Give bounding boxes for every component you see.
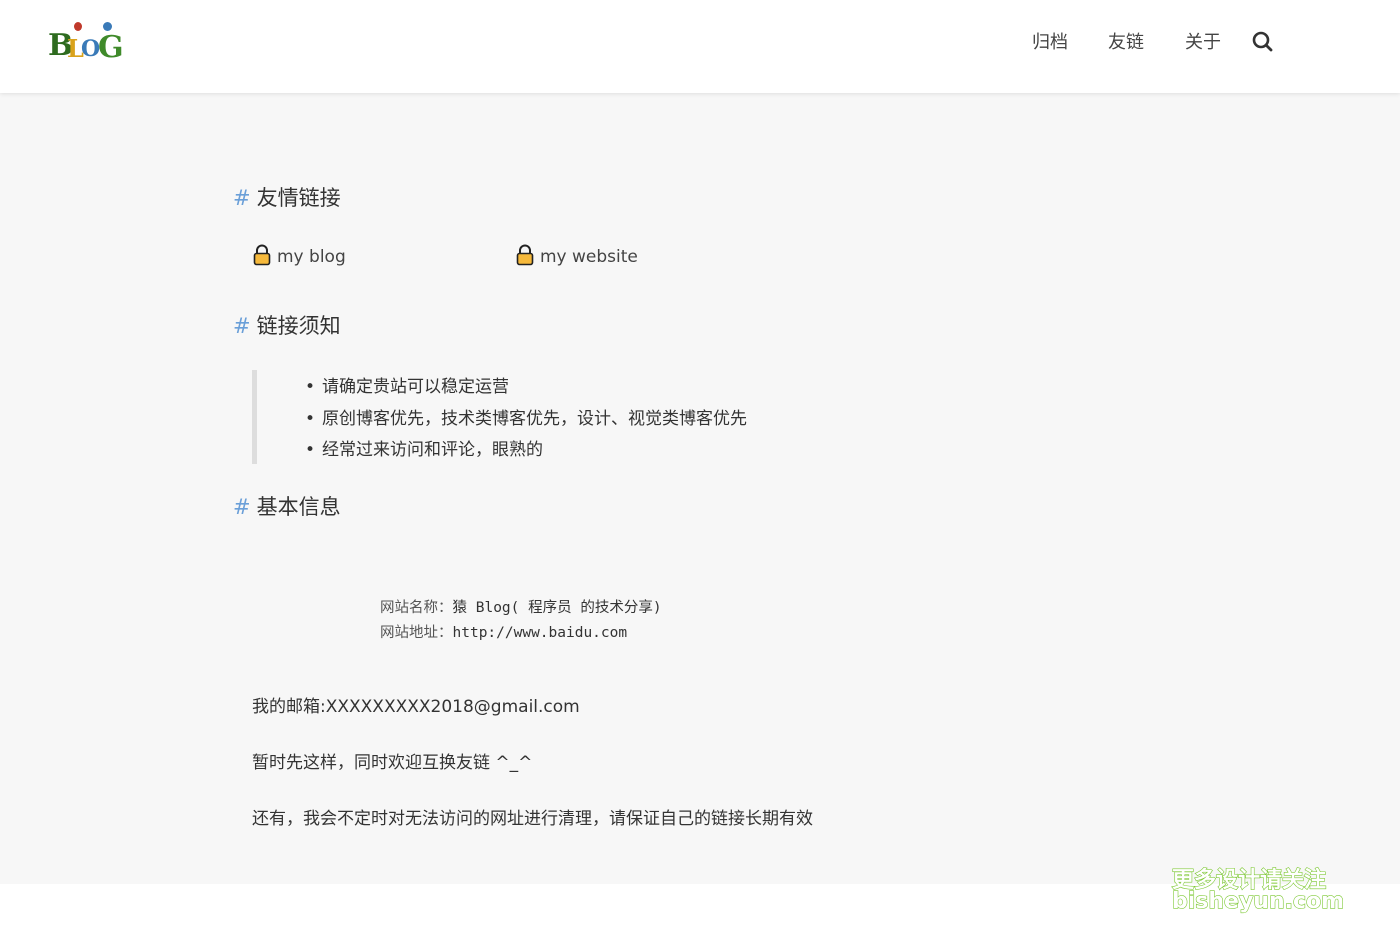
section-title-friend-links: # 友情链接 <box>233 183 341 213</box>
section-title-text: 链接须知 <box>256 314 341 338</box>
site-name-line: 网站名称：猿 Blog( 程序员 的技术分享) <box>380 597 662 619</box>
top-navbar: B L O G 归档 友链 关于 <box>0 0 1400 93</box>
exchange-paragraph: 暂时先这样，同时欢迎互换友链 ^_^ <box>252 753 533 773</box>
lock-icon <box>516 244 534 266</box>
rule-item: 原创博客优先，技术类博客优先，设计、视觉类博客优先 <box>305 404 747 436</box>
friend-link-my-blog[interactable]: my blog <box>253 244 346 270</box>
hash-mark: # <box>233 186 251 210</box>
rules-blockquote: 请确定贵站可以稳定运营 原创博客优先，技术类博客优先，设计、视觉类博客优先 经常… <box>252 370 792 467</box>
friend-link-label: my blog <box>277 247 346 267</box>
section-title-basic-info: # 基本信息 <box>233 492 341 522</box>
hash-mark: # <box>233 495 251 519</box>
email-paragraph: 我的邮箱:XXXXXXXXX2018@gmail.com <box>252 697 580 717</box>
cleanup-notice-paragraph: 还有，我会不定时对无法访问的网址进行清理，请保证自己的链接长期有效 <box>252 809 813 829</box>
nav-friend-links[interactable]: 友链 <box>1108 30 1144 56</box>
site-url-label: 网站地址： <box>380 625 453 641</box>
section-title-text: 友情链接 <box>256 186 341 210</box>
rule-item: 经常过来访问和评论，眼熟的 <box>305 435 747 467</box>
rule-item: 请确定贵站可以稳定运营 <box>305 372 747 404</box>
search-button[interactable] <box>1250 29 1276 55</box>
lock-icon <box>253 244 271 266</box>
blog-logo-icon[interactable]: B L O G <box>48 22 124 65</box>
site-url-value: http://www.baidu.com <box>452 625 628 641</box>
search-icon <box>1252 31 1273 52</box>
nav-about[interactable]: 关于 <box>1185 30 1221 56</box>
hash-mark: # <box>233 314 251 338</box>
site-name-label: 网站名称： <box>380 600 453 616</box>
rules-list: 请确定贵站可以稳定运营 原创博客优先，技术类博客优先，设计、视觉类博客优先 经常… <box>305 372 747 467</box>
nav-archive[interactable]: 归档 <box>1032 30 1068 56</box>
site-url-line: 网站地址：http://www.baidu.com <box>380 622 627 644</box>
friend-link-label: my website <box>540 247 638 267</box>
site-name-value: 猿 Blog( 程序员 的技术分享) <box>452 600 662 616</box>
section-title-link-rules: # 链接须知 <box>233 311 341 341</box>
watermark-line2: bisheyun.com <box>1171 888 1345 914</box>
section-title-text: 基本信息 <box>256 495 341 519</box>
friend-link-my-website[interactable]: my website <box>516 244 638 270</box>
